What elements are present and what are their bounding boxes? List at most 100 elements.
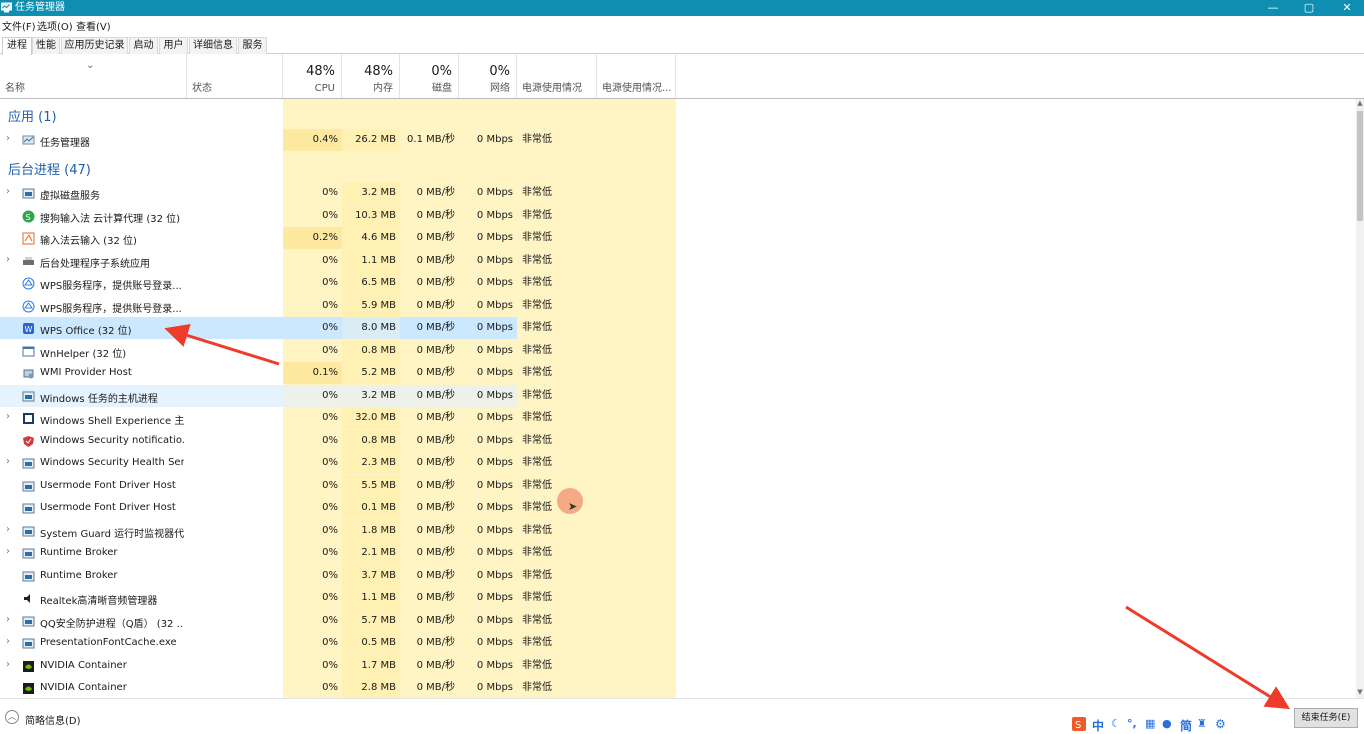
expand-chevron-icon[interactable]: ›: [6, 524, 10, 535]
process-name-cell[interactable]: › 后台处理程序子系统应用: [0, 250, 283, 272]
process-name-cell[interactable]: Usermode Font Driver Host: [0, 497, 283, 519]
menu-view[interactable]: 查看(V): [76, 18, 111, 33]
moon-icon[interactable]: ☾: [1111, 717, 1121, 730]
tab-details[interactable]: 详细信息: [189, 37, 237, 54]
process-name-cell[interactable]: › System Guard 运行时监视器代...: [0, 520, 283, 542]
process-name-cell[interactable]: › NVIDIA Container: [0, 655, 283, 677]
minimize-button[interactable]: —: [1256, 0, 1290, 16]
tab-app-history[interactable]: 应用历史记录: [61, 37, 128, 54]
expand-chevron-icon[interactable]: ›: [6, 614, 10, 625]
process-row[interactable]: › PresentationFontCache.exe 0% 0.5 MB 0 MB/秒…: [0, 632, 1356, 654]
column-status[interactable]: 状态: [187, 54, 283, 98]
process-row[interactable]: › NVIDIA Container 0% 1.7 MB 0 MB/秒 0 Mbps 非常低: [0, 654, 1356, 677]
process-row[interactable]: Windows 任务的主机进程 0% 3.2 MB 0 MB/秒 0 Mbps 非常低: [0, 384, 1356, 407]
process-name-cell[interactable]: Runtime Broker: [0, 565, 283, 587]
process-name-cell[interactable]: S 搜狗输入法 云计算代理 (32 位): [0, 205, 283, 227]
expand-chevron-icon[interactable]: ›: [6, 133, 10, 144]
expand-chevron-icon[interactable]: ›: [6, 411, 10, 422]
column-network[interactable]: 0% 网络: [459, 54, 517, 98]
menu-options[interactable]: 选项(O): [37, 18, 73, 33]
process-name-cell[interactable]: › QQ安全防护进程（Q盾） (32 ...: [0, 610, 283, 632]
tab-processes[interactable]: 进程: [2, 37, 32, 55]
process-row[interactable]: Usermode Font Driver Host 0% 5.5 MB 0 MB/秒 0…: [0, 474, 1356, 497]
end-task-button[interactable]: 结束任务(E): [1294, 708, 1358, 728]
column-disk[interactable]: 0% 磁盘: [400, 54, 459, 98]
tab-startup[interactable]: 启动: [129, 37, 158, 54]
process-row[interactable]: › System Guard 运行时监视器代... 0% 1.8 MB 0 MB/秒 0 …: [0, 519, 1356, 542]
voice-icon[interactable]: ●: [1162, 717, 1172, 730]
power-value: 非常低: [522, 592, 552, 603]
process-row[interactable]: Usermode Font Driver Host 0% 0.1 MB 0 MB/秒 0…: [0, 497, 1356, 519]
process-row[interactable]: › QQ安全防护进程（Q盾） (32 ... 0% 5.7 MB 0 MB/秒 0 Mbp…: [0, 609, 1356, 632]
column-power-trend[interactable]: 电源使用情况...: [597, 54, 676, 98]
network-value: 0 Mbps: [476, 457, 513, 468]
process-name-cell[interactable]: W WPS Office (32 位): [0, 317, 283, 339]
column-power[interactable]: 电源使用情况: [517, 54, 597, 98]
process-name-cell[interactable]: 输入法云输入 (32 位): [0, 227, 283, 249]
process-name-cell[interactable]: Usermode Font Driver Host: [0, 475, 283, 497]
maximize-button[interactable]: ▢: [1292, 0, 1326, 16]
keyboard-icon[interactable]: ▦: [1145, 717, 1155, 730]
tab-performance[interactable]: 性能: [32, 37, 60, 54]
process-row[interactable]: Windows Security notificatio... 0% 0.8 MB 0…: [0, 429, 1356, 452]
process-name-cell[interactable]: › Windows Security Health Ser...: [0, 452, 283, 474]
disk-value: 0.1 MB/秒: [407, 134, 455, 145]
tab-users[interactable]: 用户: [159, 37, 188, 54]
process-name-cell[interactable]: › Windows Shell Experience 主机: [0, 407, 283, 429]
process-name-cell[interactable]: Windows Security notificatio...: [0, 430, 283, 452]
process-row[interactable]: › 虚拟磁盘服务 0% 3.2 MB 0 MB/秒 0 Mbps 非常低: [0, 182, 1356, 204]
process-row[interactable]: › 后台处理程序子系统应用 0% 1.1 MB 0 MB/秒 0 Mbps 非常低: [0, 249, 1356, 272]
close-button[interactable]: ✕: [1330, 0, 1364, 16]
process-name-cell[interactable]: › Runtime Broker: [0, 542, 283, 564]
process-row[interactable]: W WPS Office (32 位) 0% 8.0 MB 0 MB/秒 0 Mbps 非常…: [0, 317, 1356, 339]
sort-chevron-icon[interactable]: ⌄: [86, 60, 94, 71]
process-row[interactable]: › Windows Shell Experience 主机 0% 32.0 MB 0 M…: [0, 407, 1356, 429]
process-name-cell[interactable]: Realtek高清晰音频管理器: [0, 587, 283, 609]
expand-chevron-icon[interactable]: ›: [6, 546, 10, 557]
process-name-cell[interactable]: WPS服务程序，提供账号登录...: [0, 272, 283, 294]
printer-icon: [23, 256, 34, 265]
process-name-cell[interactable]: WPS服务程序，提供账号登录...: [0, 295, 283, 317]
process-row[interactable]: Realtek高清晰音频管理器 0% 1.1 MB 0 MB/秒 0 Mbps 非常低: [0, 587, 1356, 609]
process-row[interactable]: › Runtime Broker 0% 2.1 MB 0 MB/秒 0 Mbps 非常低: [0, 542, 1356, 564]
process-row[interactable]: NVIDIA Container 0% 2.8 MB 0 MB/秒 0 Mbps 非常低: [0, 677, 1356, 698]
menu-file[interactable]: 文件(F): [2, 18, 36, 33]
process-row[interactable]: Runtime Broker 0% 3.7 MB 0 MB/秒 0 Mbps 非常低: [0, 564, 1356, 587]
process-name-cell[interactable]: › PresentationFontCache.exe: [0, 632, 283, 654]
process-name-cell[interactable]: › 虚拟磁盘服务: [0, 182, 283, 204]
process-name-cell[interactable]: NVIDIA Container: [0, 677, 283, 698]
process-name-cell[interactable]: WnHelper (32 位): [0, 340, 283, 362]
process-row[interactable]: 输入法云输入 (32 位) 0.2% 4.6 MB 0 MB/秒 0 Mbps 非常低: [0, 227, 1356, 249]
process-name-cell[interactable]: Windows 任务的主机进程: [0, 384, 283, 407]
expand-chevron-icon[interactable]: ›: [6, 254, 10, 265]
process-name: Runtime Broker: [40, 569, 118, 581]
memory-value: 0.1 MB: [342, 497, 400, 519]
ime-lang-label[interactable]: 中: [1092, 717, 1104, 734]
expand-chevron-icon[interactable]: ›: [6, 456, 10, 467]
process-row[interactable]: WnHelper (32 位) 0% 0.8 MB 0 MB/秒 0 Mbps 非常低: [0, 339, 1356, 362]
process-row[interactable]: S 搜狗输入法 云计算代理 (32 位) 0% 10.3 MB 0 MB/秒 0 Mbps…: [0, 204, 1356, 227]
expand-chevron-icon[interactable]: ›: [6, 659, 10, 670]
process-row[interactable]: WMI Provider Host 0.1% 5.2 MB 0 MB/秒 0 Mbps 非…: [0, 362, 1356, 384]
process-row[interactable]: WPS服务程序，提供账号登录... 0% 5.9 MB 0 MB/秒 0 Mbps 非常低: [0, 294, 1356, 317]
title-bar: 任务管理器 — ▢ ✕: [0, 0, 1364, 16]
gear-icon[interactable]: ⚙: [1215, 717, 1226, 731]
column-memory[interactable]: 48% 内存: [342, 54, 400, 98]
skin-icon[interactable]: ♜: [1197, 717, 1207, 730]
expand-chevron-icon[interactable]: ›: [6, 636, 10, 647]
vertical-scrollbar[interactable]: ▲ ▼: [1356, 99, 1364, 698]
process-name-cell[interactable]: › 任务管理器: [0, 129, 283, 151]
scroll-up-icon[interactable]: ▲: [1356, 99, 1364, 109]
punctuation-icon[interactable]: °,: [1127, 717, 1137, 730]
column-cpu[interactable]: 48% CPU: [283, 54, 342, 98]
expand-chevron-icon[interactable]: ›: [6, 186, 10, 197]
scrollbar-thumb[interactable]: [1357, 111, 1363, 221]
process-name-cell[interactable]: WMI Provider Host: [0, 362, 283, 384]
scroll-down-icon[interactable]: ▼: [1356, 688, 1364, 698]
network-value: 0 Mbps: [476, 367, 513, 378]
ime-mode-label[interactable]: 简: [1180, 717, 1192, 734]
process-row[interactable]: WPS服务程序，提供账号登录... 0% 6.5 MB 0 MB/秒 0 Mbps 非常低: [0, 272, 1356, 294]
process-row[interactable]: › Windows Security Health Ser... 0% 2.3 MB 0…: [0, 452, 1356, 474]
tab-services[interactable]: 服务: [238, 37, 267, 54]
process-row[interactable]: › 任务管理器 0.4% 26.2 MB 0.1 MB/秒 0 Mbps 非常低: [0, 129, 1356, 151]
